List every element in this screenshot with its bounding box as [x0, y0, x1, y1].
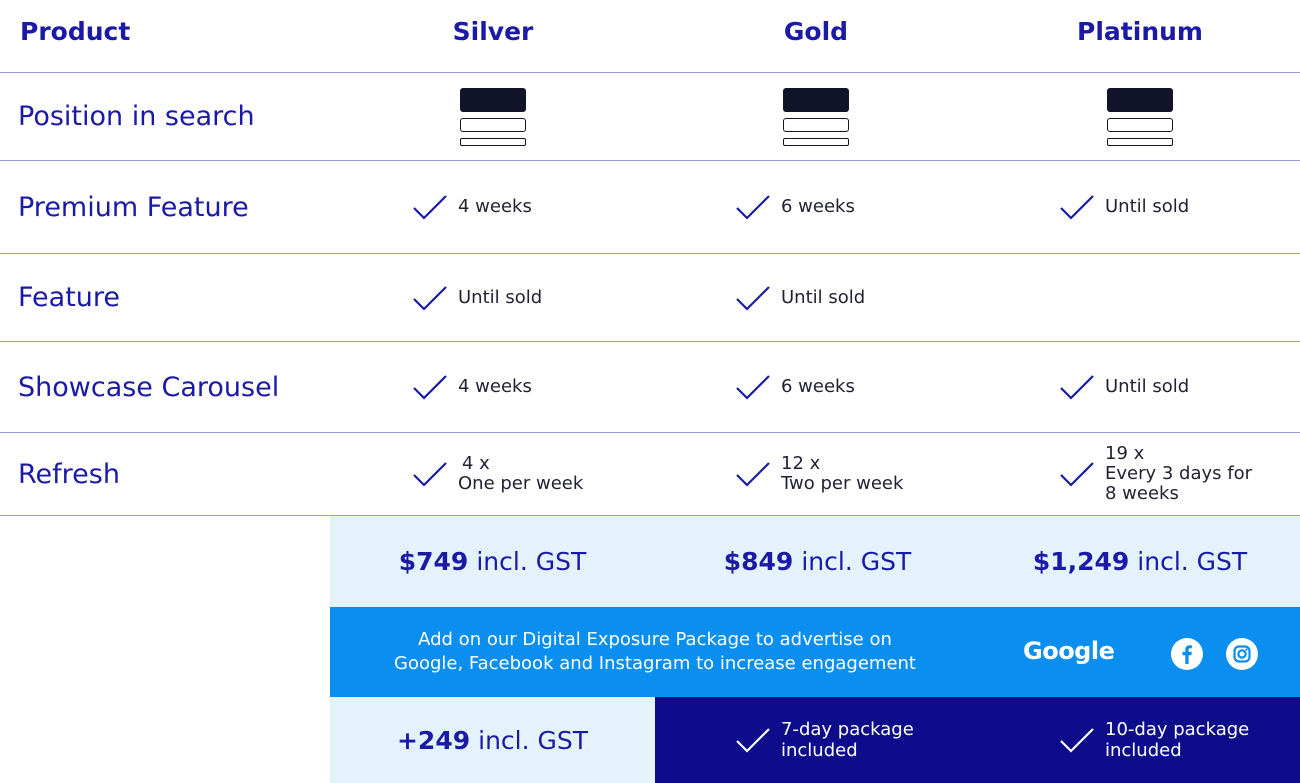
package-status: included: [1105, 740, 1182, 761]
cell-text: Until sold: [1105, 196, 1190, 217]
checkmark-icon: [413, 195, 447, 220]
price-suffix: incl. GST: [476, 547, 587, 576]
cell-text: 12 x Two per week: [781, 454, 903, 494]
addon-amount: +249: [396, 725, 471, 755]
price-band: $749 incl. GST $849 incl. GST $1,249 inc…: [330, 516, 1300, 607]
cell-text: 4 weeks: [458, 376, 532, 397]
row-label: Position in search: [18, 101, 255, 132]
refresh-frequency: One per week: [458, 473, 584, 494]
checkmark-icon: [1060, 375, 1094, 400]
facebook-icon: [1171, 638, 1203, 670]
checkmark-icon: [736, 285, 770, 311]
comparison-header: Product Silver Gold Platinum: [0, 0, 1300, 62]
cell-silver: 4 weeks: [412, 161, 532, 253]
addon-platinum: 10-day package included: [1059, 697, 1249, 783]
header-platinum: Platinum: [1077, 16, 1203, 46]
row-position-in-search: Position in search: [0, 72, 1300, 160]
checkmark-icon: [736, 728, 770, 753]
cell-text: 19 x Every 3 days for 8 weeks: [1105, 444, 1252, 504]
refresh-frequency: Two per week: [781, 473, 904, 494]
cell-gold: Until sold: [735, 254, 865, 341]
checkmark-icon: [736, 195, 770, 220]
cell-gold: 6 weeks: [735, 161, 855, 253]
row-label: Feature: [18, 282, 121, 313]
cell-gold: 6 weeks: [735, 342, 855, 432]
instagram-icon: [1226, 638, 1258, 670]
refresh-count: 4 x: [462, 453, 490, 474]
addon-suffix: incl. GST: [478, 725, 589, 755]
refresh-duration: 8 weeks: [1105, 483, 1179, 504]
checkmark-icon: [1060, 728, 1094, 753]
refresh-count: 12 x: [781, 453, 821, 474]
cell-silver: Until sold: [412, 254, 542, 341]
cell-silver: 4 weeks: [412, 342, 532, 432]
cell-platinum: 19 x Every 3 days for 8 weeks: [1059, 433, 1252, 515]
cell-text: Until sold: [1105, 376, 1190, 397]
checkmark-icon: [1060, 195, 1094, 220]
search-position-icon: [1107, 88, 1173, 148]
checkmark-icon: [736, 375, 770, 400]
addon-gold: 7-day package included: [735, 697, 914, 783]
price-amount: $749: [398, 547, 469, 576]
addon-packages: 7-day package included 10-day package in…: [655, 697, 1300, 783]
refresh-count: 19 x: [1105, 443, 1145, 464]
price-amount: $1,249: [1032, 547, 1130, 576]
checkmark-icon: [1060, 462, 1094, 487]
cell-text: 6 weeks: [781, 196, 855, 217]
row-showcase-carousel: Showcase Carousel 4 weeks 6 weeks Until …: [0, 341, 1300, 432]
row-refresh: Refresh 4 x One per week 12 x Two per we…: [0, 432, 1300, 515]
header-silver: Silver: [452, 16, 534, 46]
cell-text: 4 x One per week: [458, 454, 583, 494]
cell-text: 7-day package included: [781, 719, 914, 761]
row-feature: Feature Until sold Until sold: [0, 253, 1300, 341]
addon-price: +249 incl. GST: [330, 697, 655, 783]
digital-exposure-band: Add on our Digital Exposure Package to a…: [330, 607, 1300, 697]
row-premium-feature: Premium Feature 4 weeks 6 weeks Until so…: [0, 160, 1300, 253]
checkmark-icon: [413, 462, 447, 487]
cell-text: 6 weeks: [781, 376, 855, 397]
package-status: included: [781, 740, 858, 761]
checkmark-icon: [413, 375, 447, 400]
search-position-icon: [460, 88, 526, 148]
price-amount: $849: [723, 547, 794, 576]
cell-text: Until sold: [458, 286, 543, 308]
google-logo: Google: [1023, 637, 1115, 665]
cell-platinum: Until sold: [1059, 161, 1189, 253]
row-label: Premium Feature: [18, 191, 249, 223]
cell-platinum: Until sold: [1059, 342, 1189, 432]
checkmark-icon: [413, 285, 447, 311]
digital-line: Google, Facebook and Instagram to increa…: [394, 653, 916, 674]
search-position-icon: [783, 88, 849, 148]
row-label: Showcase Carousel: [18, 371, 280, 403]
cell-silver: 4 x One per week: [412, 433, 583, 515]
refresh-frequency: Every 3 days for: [1105, 463, 1253, 484]
price-gold: $849 incl. GST: [655, 516, 980, 607]
price-platinum: $1,249 incl. GST: [980, 516, 1300, 607]
header-gold: Gold: [783, 16, 849, 46]
cell-text: 4 weeks: [458, 196, 532, 217]
cell-text: Until sold: [781, 286, 866, 308]
header-product: Product: [20, 16, 131, 46]
cell-gold: 12 x Two per week: [735, 433, 903, 515]
price-silver: $749 incl. GST: [330, 516, 655, 607]
package-length: 10-day package: [1105, 719, 1250, 740]
price-suffix: incl. GST: [801, 547, 912, 576]
row-label: Refresh: [18, 458, 120, 490]
package-length: 7-day package: [781, 719, 914, 740]
cell-text: 10-day package included: [1105, 719, 1249, 761]
checkmark-icon: [736, 462, 770, 487]
price-suffix: incl. GST: [1137, 547, 1248, 576]
digital-exposure-description: Add on our Digital Exposure Package to a…: [330, 607, 980, 697]
digital-line: Add on our Digital Exposure Package to a…: [418, 629, 892, 650]
